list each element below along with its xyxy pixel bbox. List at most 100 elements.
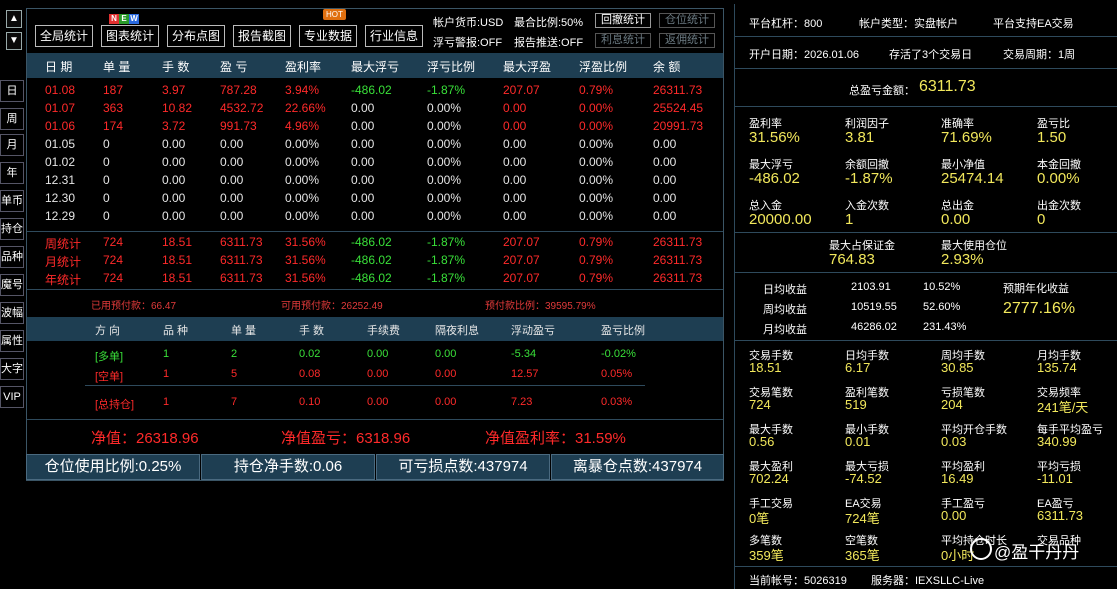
scroll-up-icon[interactable]: ▲	[6, 10, 22, 28]
stat-value: 724	[749, 397, 771, 412]
max-ratio: 最合比例:50%	[514, 17, 584, 29]
rebate-stats-button[interactable]: 返佣统计	[659, 33, 715, 48]
net-profit: 净值盈亏：6318.96	[281, 430, 411, 447]
table-cell: 0.00	[653, 191, 677, 205]
table-cell: 0.00	[503, 191, 527, 205]
table-cell: 12.30	[45, 191, 76, 205]
position-cell: [多单]	[95, 351, 124, 363]
divider	[27, 419, 723, 420]
rail-button-2[interactable]: 月	[0, 134, 24, 156]
table-cell: 0.00%	[285, 155, 320, 169]
summary-cell: 0.79%	[579, 253, 614, 267]
watermark-logo-icon	[970, 538, 992, 560]
new-badge-n: N	[109, 14, 119, 24]
rail-button-0[interactable]: 日	[0, 80, 24, 102]
rail-button-8[interactable]: 波幅	[0, 302, 24, 324]
table-cell: 187	[103, 83, 124, 97]
annual-return-label: 预期年化收益	[1003, 283, 1069, 295]
toolbar-button-1[interactable]: 图表统计	[101, 25, 159, 47]
summary-cell: 31.56%	[285, 235, 326, 249]
margin-call-points: 离暴仓点数:437974	[551, 454, 724, 480]
position-column-header: 隔夜利息	[435, 325, 479, 337]
rail-button-1[interactable]: 周	[0, 108, 24, 130]
position-cell: 7	[231, 396, 238, 408]
rail-button-5[interactable]: 持仓	[0, 218, 24, 240]
table-cell: 3.94%	[285, 83, 320, 97]
column-header: 浮亏比例	[427, 60, 476, 74]
table-cell: 0	[103, 155, 110, 169]
column-header: 盈 亏	[220, 60, 248, 74]
summary-cell: 31.56%	[285, 271, 326, 285]
stat-value: 25474.14	[941, 170, 1004, 187]
account-currency: 帐户货币:USD	[433, 17, 504, 29]
new-badge: N E W	[109, 14, 139, 24]
rail-button-9[interactable]: 属性	[0, 330, 24, 352]
account-info-block: 开户日期：2026.01.06 存活了3个交易日 交易周期：1周	[735, 36, 1117, 68]
position-column-header: 方 向	[95, 325, 121, 337]
rail-button-10[interactable]: 大字	[0, 358, 24, 380]
max-position-value: 2.93%	[941, 251, 984, 268]
statistics-panel: N E W HOT 帐户货币:USD 最合比例:50% 浮亏警报:OFF 报告推…	[26, 8, 724, 481]
rail-button-3[interactable]: 年	[0, 162, 24, 184]
position-stats-button[interactable]: 仓位统计	[659, 13, 715, 28]
interest-stats-button[interactable]: 利息统计	[595, 33, 651, 48]
position-cell: -5.34	[511, 348, 537, 360]
divider	[85, 385, 645, 386]
toolbar-button-0[interactable]: 全局统计	[35, 25, 93, 47]
toolbar-button-3[interactable]: 报告截图	[233, 25, 291, 47]
rail-button-4[interactable]: 单币	[0, 190, 24, 212]
table-cell: 0.00	[653, 155, 677, 169]
table-cell: 01.07	[45, 101, 76, 115]
table-cell: 3.72	[162, 119, 186, 133]
stat-value: 71.69%	[941, 129, 992, 146]
stat-value: 135.74	[1037, 360, 1077, 375]
toolbar-button-2[interactable]: 分布点图	[167, 25, 225, 47]
table-cell: -1.87%	[427, 83, 466, 97]
drawdown-stats-button[interactable]: 回撤统计	[595, 13, 651, 28]
position-cell: 0.00	[435, 396, 457, 408]
stat-value: 6311.73	[1037, 508, 1084, 523]
toolbar-button-5[interactable]: 行业信息	[365, 25, 423, 47]
table-cell: 363	[103, 101, 124, 115]
stat-value: 1.50	[1037, 129, 1067, 146]
summary-cell: 724	[103, 253, 124, 267]
stat-value: 0笔	[749, 511, 770, 526]
rail-button-7[interactable]: 魔号	[0, 274, 24, 296]
column-header: 最大浮盈	[503, 60, 552, 74]
rail-button-6[interactable]: 品种	[0, 246, 24, 268]
server-name: 服务器：IEXSLLC-Live	[871, 575, 985, 587]
table-cell: 0.00%	[579, 209, 614, 223]
position-cell: 0.03%	[601, 396, 633, 408]
total-profit-value: 6311.73	[919, 78, 976, 95]
table-cell: 0.00	[653, 173, 677, 187]
position-column-header: 手续费	[367, 325, 400, 337]
stat-value: 0.56	[749, 434, 775, 449]
stat-value: 365笔	[845, 548, 880, 563]
summary-cell: 724	[103, 235, 124, 249]
table-cell: 0.00%	[285, 209, 320, 223]
toolbar-button-4[interactable]: 专业数据	[299, 25, 357, 47]
summary-cell: 周统计	[45, 237, 82, 251]
summary-cell: 年统计	[45, 273, 82, 287]
position-column-header: 单 量	[231, 325, 257, 337]
table-cell: 0.00	[351, 137, 375, 151]
income-rate: 52.60%	[923, 301, 961, 313]
table-cell: 26311.73	[653, 83, 703, 97]
stat-value: -11.01	[1037, 471, 1073, 486]
net-position-lots: 持仓净手数:0.06	[201, 454, 375, 480]
position-cell: [总持仓]	[95, 399, 135, 411]
rail-button-11[interactable]: VIP	[0, 386, 24, 408]
stat-value: 20000.00	[749, 211, 812, 228]
current-account: 当前帐号：5026319	[749, 575, 847, 587]
table-cell: 0.00%	[427, 191, 462, 205]
summary-cell: 207.07	[503, 253, 540, 267]
stat-value: 241笔/天	[1037, 400, 1089, 415]
position-cell: 1	[163, 348, 170, 360]
stat-value: -74.52	[845, 471, 882, 486]
scroll-down-icon[interactable]: ▼	[6, 32, 22, 50]
column-header: 日 期	[45, 60, 73, 74]
column-header: 余 额	[653, 60, 681, 74]
table-cell: 0.00%	[427, 209, 462, 223]
position-usage-ratio: 仓位使用比例:0.25%	[26, 454, 200, 480]
income-amount: 46286.02	[851, 321, 897, 333]
